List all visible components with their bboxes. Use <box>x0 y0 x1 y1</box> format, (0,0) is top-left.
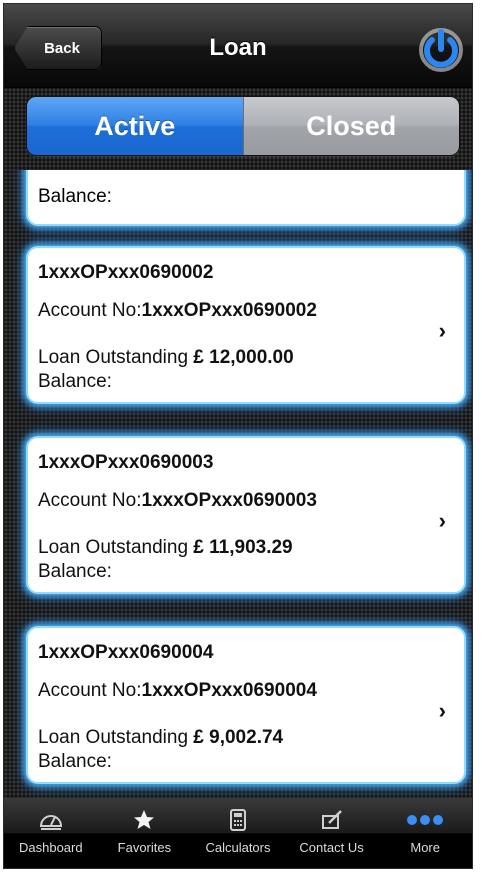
account-number: 1xxxOPxxx0690004 <box>141 680 317 701</box>
loan-list[interactable]: Balance: 1xxxOPxxx0690002 Account No:1xx… <box>4 170 472 798</box>
tab-calculators[interactable]: Calculators <box>191 798 285 868</box>
loan-title: 1xxxOPxxx0690002 <box>38 262 214 283</box>
tab-contact-us-label: Contact Us <box>299 840 364 855</box>
app-screen: Back Loan Active Closed Balance: 1xxxOPx… <box>3 3 473 869</box>
account-label: Account No: <box>38 300 142 321</box>
account-number-row: Account No:1xxxOPxxx0690003 <box>38 490 317 512</box>
tab-more-label: More <box>410 840 440 855</box>
account-number-row: Account No:1xxxOPxxx0690002 <box>38 300 317 322</box>
balance-label: Balance: <box>38 561 112 582</box>
outstanding-label: Loan Outstanding <box>38 347 189 368</box>
power-icon <box>419 28 463 72</box>
balance-label: Balance: <box>38 751 112 772</box>
outstanding-amount: £ 12,000.00 <box>193 347 294 368</box>
gauge-icon <box>38 808 64 832</box>
nav-bar: Back Loan <box>4 4 472 88</box>
tab-more[interactable]: More <box>378 798 472 868</box>
outstanding-label: Loan Outstanding <box>38 727 189 748</box>
tab-closed[interactable]: Closed <box>242 97 459 155</box>
tab-dashboard[interactable]: Dashboard <box>4 798 98 868</box>
logout-button[interactable] <box>416 24 466 74</box>
chevron-right-icon: › <box>438 508 446 533</box>
loan-outstanding-row: Loan Outstanding £ 11,903.29 Balance: <box>38 536 293 584</box>
account-number-row: Account No:1xxxOPxxx0690004 <box>38 680 317 702</box>
tab-dashboard-label: Dashboard <box>18 840 83 855</box>
tab-favorites[interactable]: Favorites <box>98 798 192 868</box>
loan-outstanding-row: Loan Outstanding £ 9,002.74 Balance: <box>38 726 283 774</box>
tab-calculators-label: Calculators <box>205 840 271 855</box>
tab-active-label: Active <box>94 110 176 141</box>
star-icon <box>132 808 156 832</box>
outstanding-amount: £ 9,002.74 <box>193 727 284 748</box>
tab-contact-us[interactable]: Contact Us <box>285 798 379 868</box>
outstanding-label: Loan Outstanding <box>38 537 189 558</box>
outstanding-amount: £ 11,903.29 <box>193 537 293 558</box>
more-dots-icon <box>404 808 446 832</box>
tab-active[interactable]: Active <box>27 97 243 155</box>
calculator-icon <box>229 808 247 832</box>
loan-card[interactable]: 1xxxOPxxx0690002 Account No:1xxxOPxxx069… <box>26 246 466 404</box>
chevron-right-icon: › <box>438 698 446 723</box>
chevron-right-icon: › <box>438 318 446 343</box>
account-label: Account No: <box>38 490 142 511</box>
pencil-note-icon <box>320 808 344 832</box>
loan-card[interactable]: 1xxxOPxxx0690004 Account No:1xxxOPxxx069… <box>26 626 466 784</box>
loan-outstanding-row: Loan Outstanding £ 12,000.00 Balance: <box>38 346 294 394</box>
tab-closed-label: Closed <box>306 110 397 141</box>
tab-bar: Dashboard Favorites Calculators Contact … <box>4 798 472 868</box>
loan-title: 1xxxOPxxx0690003 <box>38 452 214 473</box>
loan-card[interactable]: 1xxxOPxxx0690003 Account No:1xxxOPxxx069… <box>26 436 466 594</box>
page-title: Loan <box>209 34 267 61</box>
account-label: Account No: <box>38 680 142 701</box>
account-number: 1xxxOPxxx0690003 <box>141 490 317 511</box>
balance-label: Balance: <box>38 186 112 207</box>
account-number: 1xxxOPxxx0690002 <box>141 300 317 321</box>
status-segmented-control: Active Closed <box>26 96 460 156</box>
balance-label: Balance: <box>38 371 112 392</box>
loan-title: 1xxxOPxxx0690004 <box>38 642 214 663</box>
loan-card-partial[interactable]: Balance: <box>26 170 466 226</box>
tab-favorites-label: Favorites <box>117 840 172 855</box>
